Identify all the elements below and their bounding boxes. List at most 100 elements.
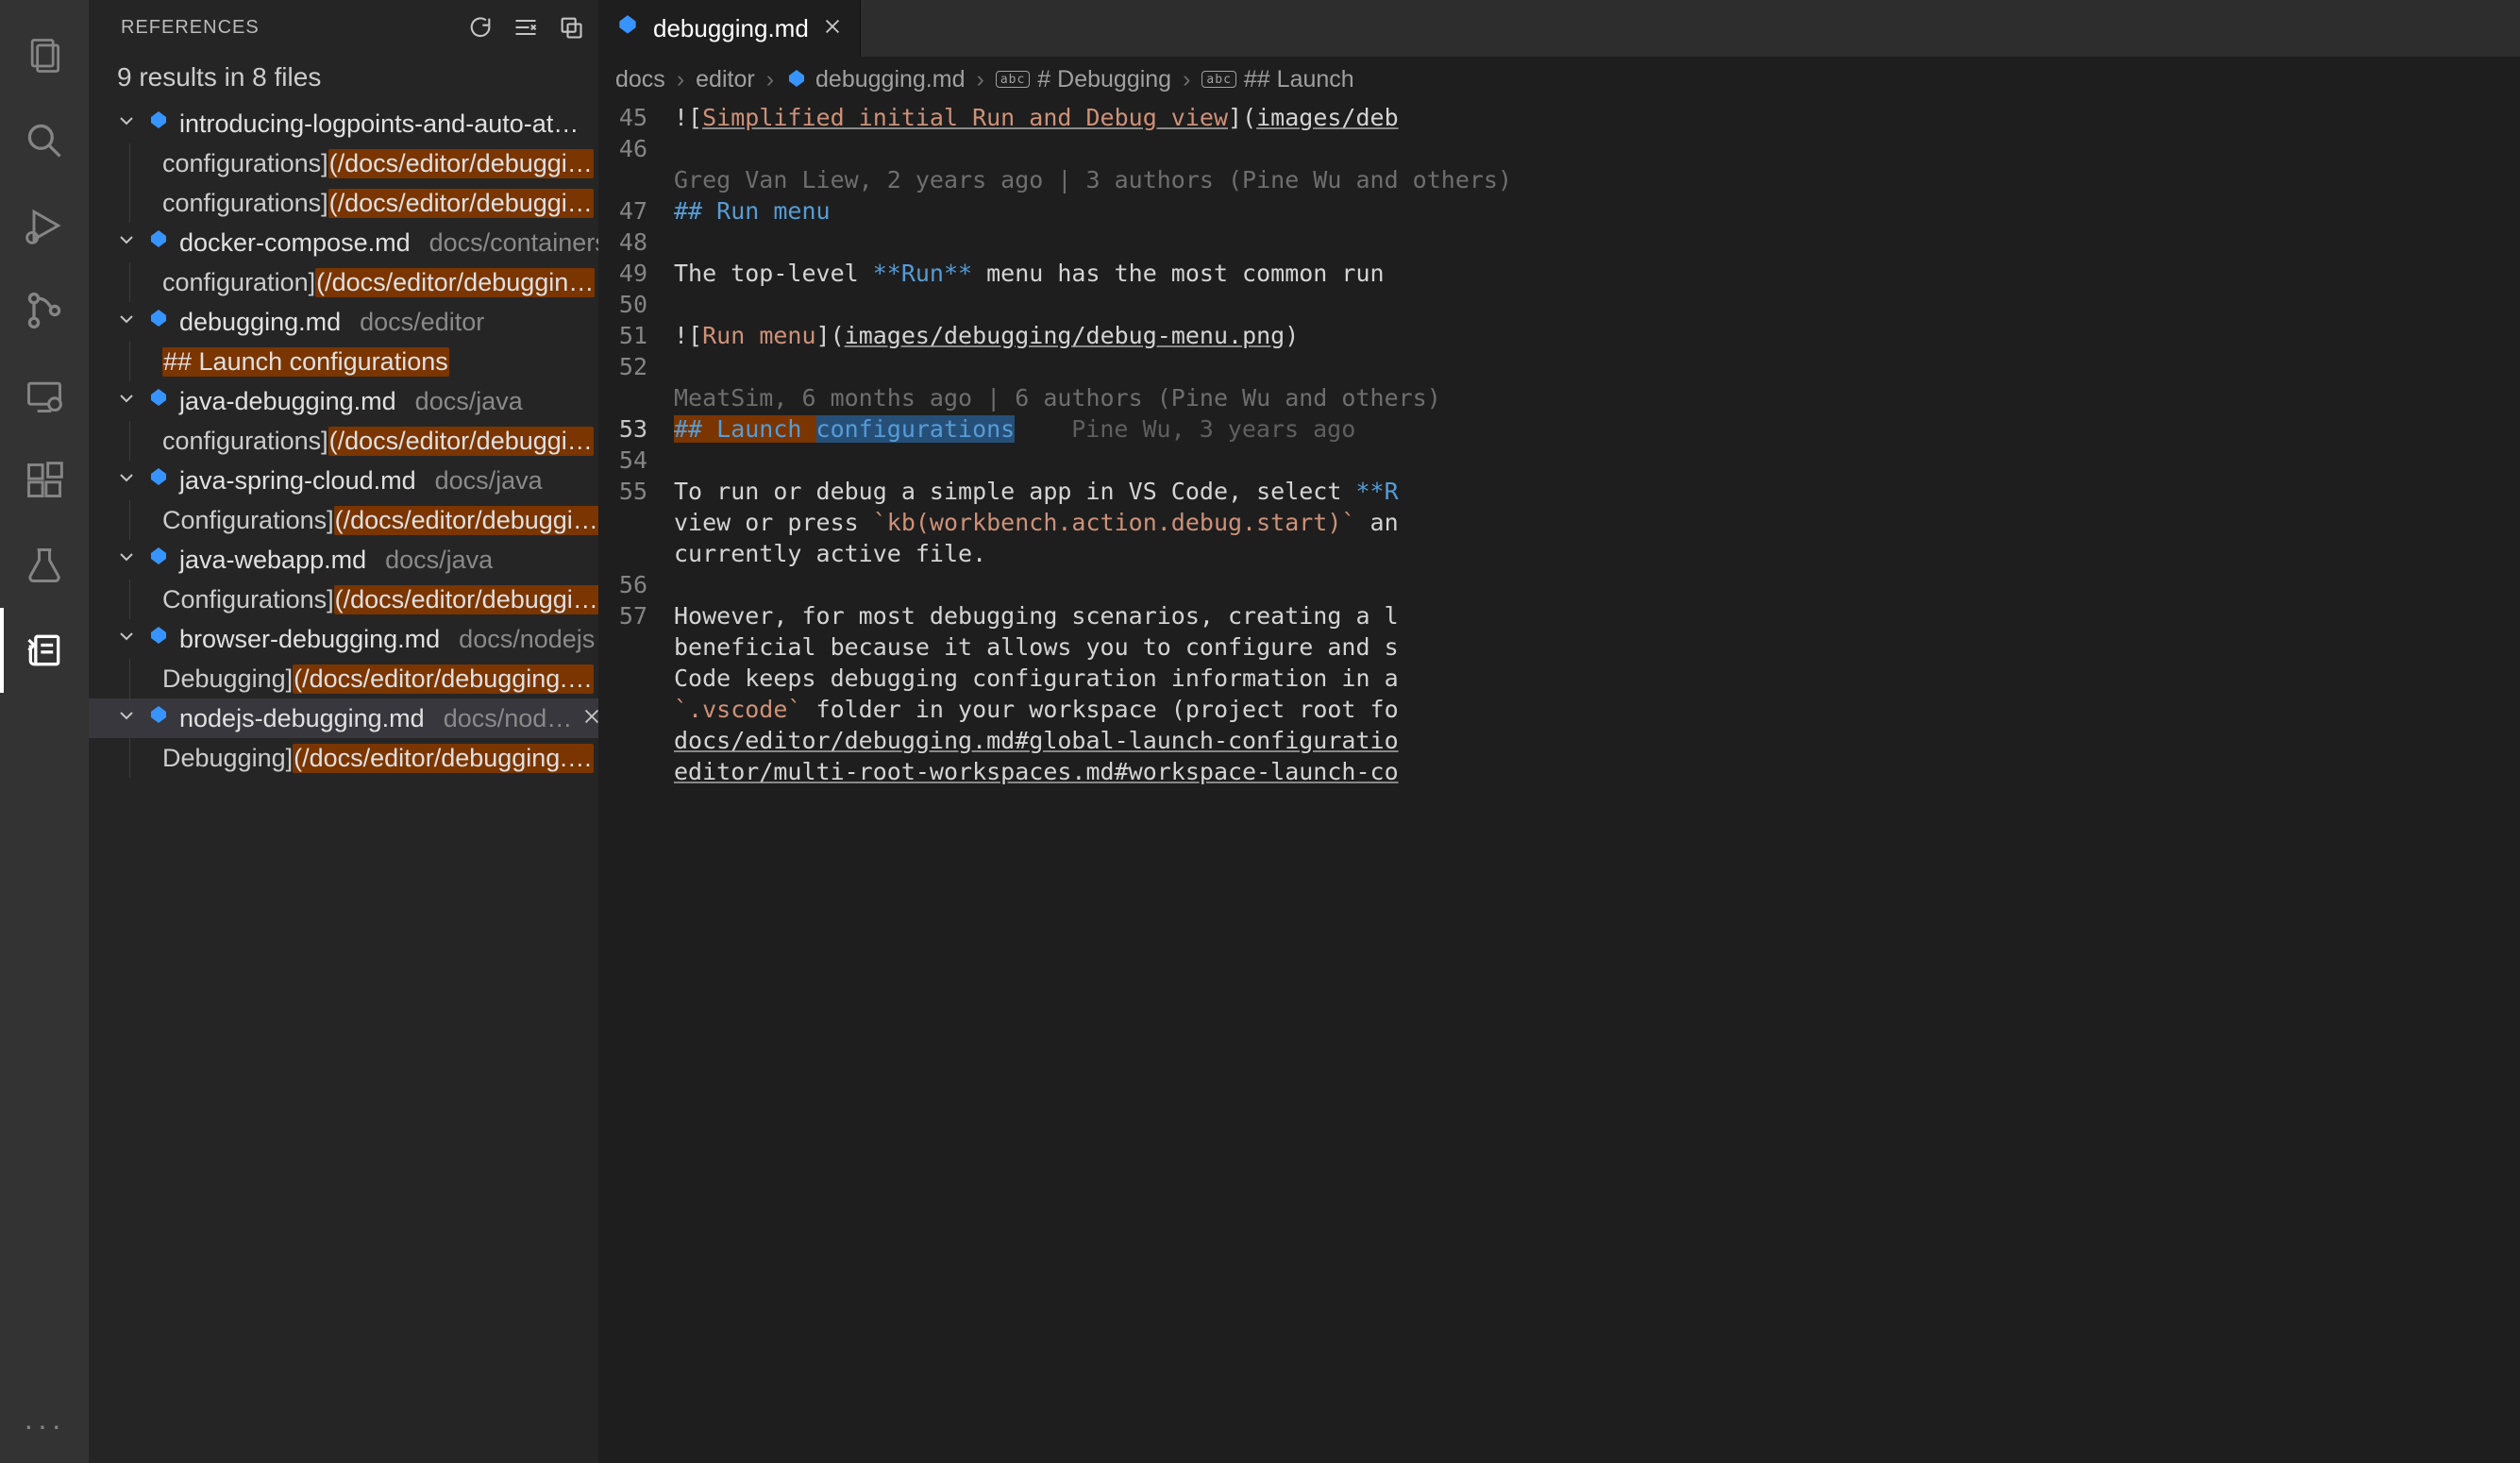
chevron-down-icon bbox=[115, 387, 138, 416]
code-line[interactable]: docs/editor/debugging.md#global-launch-c… bbox=[674, 725, 2520, 756]
code-line[interactable]: ## Launch configurationsPine Wu, 3 years… bbox=[674, 413, 2520, 445]
file-dir: docs/nodejs bbox=[459, 625, 595, 654]
file-dir: docs/editor bbox=[360, 308, 484, 337]
chevron-right-icon: › bbox=[766, 66, 774, 93]
gitlens-inlay: Pine Wu, 3 years ago bbox=[1071, 415, 1355, 443]
code-line[interactable] bbox=[674, 445, 2520, 476]
tab-debugging-md[interactable]: debugging.md bbox=[598, 0, 861, 57]
file-name: introducing-logpoints-and-auto-at… bbox=[179, 109, 579, 139]
extensions-icon[interactable] bbox=[0, 438, 89, 523]
code-line[interactable] bbox=[674, 351, 2520, 382]
breadcrumb[interactable]: docs › editor › debugging.md › abc # Deb… bbox=[598, 57, 2520, 102]
code-line[interactable]: ![Run menu](images/debugging/debug-menu.… bbox=[674, 320, 2520, 351]
ref-match[interactable]: ## Launch configurations bbox=[89, 342, 598, 381]
clear-icon[interactable] bbox=[557, 13, 585, 42]
refresh-icon[interactable] bbox=[466, 13, 495, 42]
more-actions-icon[interactable]: ··· bbox=[0, 1387, 89, 1463]
code-line[interactable]: ![Simplified initial Run and Debug view]… bbox=[674, 102, 2520, 133]
source-control-icon[interactable] bbox=[0, 268, 89, 353]
file-name: java-webapp.md bbox=[179, 546, 366, 575]
breadcrumb-seg[interactable]: ## Launch bbox=[1244, 66, 1354, 93]
ref-match[interactable]: configurations](/docs/editor/debuggi… bbox=[89, 421, 598, 461]
ref-file[interactable]: debugging.md docs/editor bbox=[89, 302, 598, 342]
ref-match[interactable]: configuration](/docs/editor/debuggin… bbox=[89, 262, 598, 302]
file-dir: docs/java bbox=[385, 546, 493, 575]
breadcrumb-seg[interactable]: # Debugging bbox=[1037, 66, 1171, 93]
close-icon[interactable] bbox=[822, 14, 843, 43]
references-tree[interactable]: introducing-logpoints-and-auto-at… confi… bbox=[89, 104, 598, 1463]
chevron-down-icon bbox=[115, 228, 138, 258]
ref-match[interactable]: Configurations](/docs/editor/debuggi… bbox=[89, 500, 598, 540]
file-dir: docs/java bbox=[435, 466, 543, 496]
tab-label: debugging.md bbox=[653, 14, 809, 43]
code-line[interactable]: currently active file. bbox=[674, 538, 2520, 569]
markdown-file-icon bbox=[147, 387, 170, 416]
references-icon[interactable] bbox=[0, 608, 89, 693]
code-line[interactable] bbox=[674, 227, 2520, 258]
markdown-file-icon bbox=[615, 13, 640, 44]
gitlens-annotation: MeatSim, 6 months ago | 6 authors (Pine … bbox=[674, 382, 2520, 413]
tab-row: debugging.md bbox=[598, 0, 2520, 57]
editor-region: debugging.md docs › editor › debugging.m… bbox=[598, 0, 2520, 1463]
chevron-right-icon: › bbox=[1183, 66, 1190, 93]
code-line[interactable]: To run or debug a simple app in VS Code,… bbox=[674, 476, 2520, 507]
markdown-file-icon bbox=[147, 704, 170, 733]
chevron-down-icon bbox=[115, 625, 138, 654]
markdown-file-icon bbox=[147, 228, 170, 258]
ref-file[interactable]: java-debugging.md docs/java bbox=[89, 381, 598, 421]
ref-file[interactable]: docker-compose.md docs/containers bbox=[89, 223, 598, 262]
ref-file[interactable]: nodejs-debugging.md docs/nod… bbox=[89, 698, 598, 738]
chevron-down-icon bbox=[115, 546, 138, 575]
testing-icon[interactable] bbox=[0, 523, 89, 608]
breadcrumb-seg[interactable]: editor bbox=[696, 66, 755, 93]
ref-match[interactable]: configurations](/docs/editor/debuggi… bbox=[89, 143, 598, 183]
explorer-icon[interactable] bbox=[0, 13, 89, 98]
ref-file[interactable]: introducing-logpoints-and-auto-at… bbox=[89, 104, 598, 143]
markdown-file-icon bbox=[147, 109, 170, 139]
chevron-down-icon bbox=[115, 308, 138, 337]
code-line[interactable] bbox=[674, 569, 2520, 600]
code-line[interactable]: beneficial because it allows you to conf… bbox=[674, 631, 2520, 663]
file-name: docker-compose.md bbox=[179, 228, 411, 258]
run-debug-icon[interactable] bbox=[0, 183, 89, 268]
panel-header: REFERENCES bbox=[89, 0, 598, 55]
breadcrumb-seg[interactable]: debugging.md bbox=[815, 66, 965, 93]
code-line[interactable]: Code keeps debugging configuration infor… bbox=[674, 663, 2520, 694]
code-line[interactable]: However, for most debugging scenarios, c… bbox=[674, 600, 2520, 631]
markdown-file-icon bbox=[785, 66, 808, 93]
code-line[interactable]: The top-level **Run** menu has the most … bbox=[674, 258, 2520, 289]
ref-match[interactable]: Configurations](/docs/editor/debuggi… bbox=[89, 580, 598, 619]
markdown-file-icon bbox=[147, 546, 170, 575]
symbol-string-icon: abc bbox=[1201, 71, 1235, 88]
ref-file[interactable]: java-spring-cloud.md docs/java bbox=[89, 461, 598, 500]
ref-file[interactable]: java-webapp.md docs/java bbox=[89, 540, 598, 580]
code-line[interactable]: view or press `kb(workbench.action.debug… bbox=[674, 507, 2520, 538]
breadcrumb-seg[interactable]: docs bbox=[615, 66, 665, 93]
file-name: nodejs-debugging.md bbox=[179, 704, 425, 733]
ref-file[interactable]: browser-debugging.md docs/nodejs bbox=[89, 619, 598, 659]
code-line[interactable]: ## Run menu bbox=[674, 195, 2520, 227]
file-name: java-spring-cloud.md bbox=[179, 466, 416, 496]
chevron-down-icon bbox=[115, 704, 138, 733]
ref-match[interactable]: Debugging](/docs/editor/debugging.… bbox=[89, 659, 598, 698]
ref-match[interactable]: configurations](/docs/editor/debuggi… bbox=[89, 183, 598, 223]
code-line[interactable] bbox=[674, 133, 2520, 164]
code-line[interactable]: `.vscode` folder in your workspace (proj… bbox=[674, 694, 2520, 725]
editor-body[interactable]: 45 46 47 48 49 50 51 52 53 54 55 56 57 !… bbox=[598, 102, 2520, 1463]
panel-title: REFERENCES bbox=[121, 17, 466, 39]
code-line[interactable] bbox=[674, 289, 2520, 320]
markdown-file-icon bbox=[147, 466, 170, 496]
markdown-file-icon bbox=[147, 308, 170, 337]
file-dir: docs/nod… bbox=[444, 704, 573, 733]
collapse-all-icon[interactable] bbox=[512, 13, 540, 42]
ref-match[interactable]: Debugging](/docs/editor/debugging.… bbox=[89, 738, 598, 778]
results-summary: 9 results in 8 files bbox=[89, 55, 598, 104]
references-panel: REFERENCES 9 results in 8 files introduc… bbox=[89, 0, 598, 1463]
search-icon[interactable] bbox=[0, 98, 89, 183]
code-line[interactable]: editor/multi-root-workspaces.md#workspac… bbox=[674, 756, 2520, 787]
code-content[interactable]: ![Simplified initial Run and Debug view]… bbox=[674, 102, 2520, 1463]
close-icon[interactable] bbox=[581, 704, 598, 733]
file-name: java-debugging.md bbox=[179, 387, 396, 416]
file-name: debugging.md bbox=[179, 308, 341, 337]
remote-explorer-icon[interactable] bbox=[0, 353, 89, 438]
